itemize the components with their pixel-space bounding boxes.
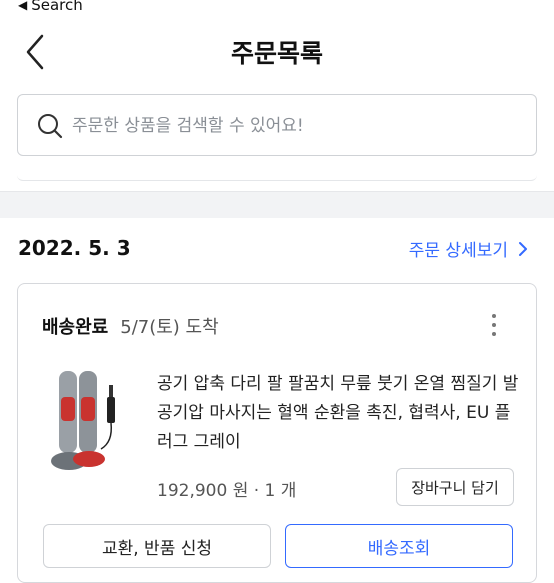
status-back-to-search[interactable]: ◀ Search (18, 0, 83, 14)
delivery-status: 배송완료 (42, 317, 109, 338)
chevron-right-icon (519, 241, 527, 256)
more-options-icon[interactable] (490, 314, 498, 340)
page-title: 주문목록 (230, 39, 323, 68)
product-thumbnail[interactable] (43, 367, 133, 477)
track-delivery-button[interactable]: 배송조회 (285, 524, 513, 568)
search-input[interactable] (70, 109, 514, 143)
filter-area-edge (17, 168, 537, 181)
page-header: 주문목록 (0, 22, 554, 82)
status-back-label: Search (31, 0, 83, 14)
add-to-cart-button[interactable]: 장바구니 담기 (396, 468, 514, 506)
back-triangle-icon: ◀ (18, 0, 28, 12)
price-quantity: 192,900 원 · 1 개 (157, 481, 297, 501)
order-card: 배송완료 5/7(토) 도착 공기 압축 다리 팔 팔꿈치 무릎 붓기 온열 찜… (17, 283, 537, 583)
arrival-date: 5/7(토) 도착 (120, 317, 219, 338)
exchange-return-button[interactable]: 교환, 반품 신청 (43, 524, 271, 568)
order-detail-label: 주문 상세보기 (408, 241, 508, 261)
product-name[interactable]: 공기 압축 다리 팔 팔꿈치 무릎 붓기 온열 찜질기 발 공기압 마사지는 혈… (157, 370, 522, 457)
search-icon (38, 114, 63, 139)
order-search-box[interactable] (17, 94, 537, 156)
section-divider (0, 191, 554, 218)
order-date: 2022. 5. 3 (18, 236, 131, 260)
delivery-status-row: 배송완료 5/7(토) 도착 (42, 313, 219, 339)
order-detail-link[interactable]: 주문 상세보기 (409, 236, 528, 261)
